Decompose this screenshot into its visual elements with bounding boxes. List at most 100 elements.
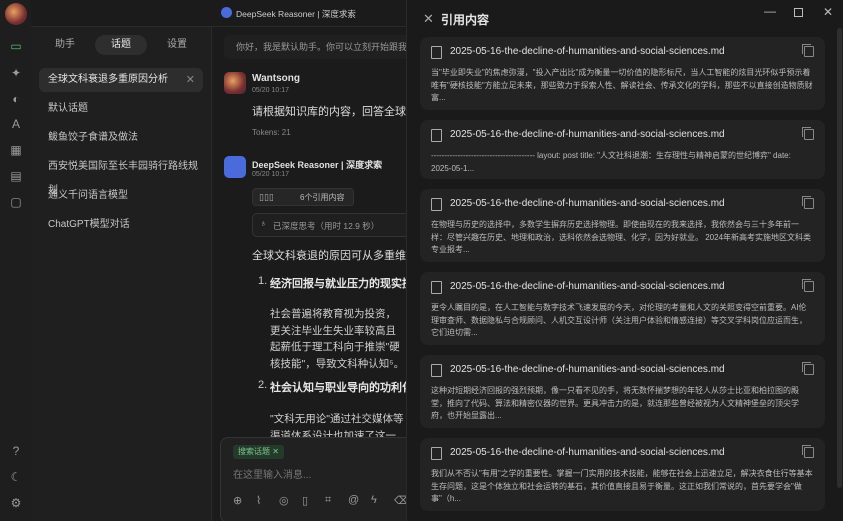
citation-filename: 2025-05-16-the-decline-of-humanities-and… <box>450 198 725 209</box>
user-name: Wantsong <box>252 73 300 84</box>
citations-button[interactable]: ▯▯▯ 6个引用内容 <box>252 188 354 206</box>
point-2-title: 社会认知与职业导向的功利化倾向 <box>270 382 406 394</box>
palette-icon[interactable]: ◐ <box>9 92 23 106</box>
thinking-label: 已深度思考（用时 12.9 秒） <box>273 221 380 231</box>
point-2-number: 2. <box>258 379 268 391</box>
user-message: 请根据知识库的内容，回答全球文科衰退 <box>252 106 406 118</box>
bot-name: DeepSeek Reasoner | 深度求索 <box>252 160 383 170</box>
search-chip[interactable]: 搜索话题 ✕ <box>233 445 284 459</box>
folder-icon[interactable]: ▢ <box>9 195 23 209</box>
citation-filename: 2025-05-16-the-decline-of-humanities-and… <box>450 281 725 292</box>
model-logo-icon <box>221 7 232 18</box>
citation-card: 2025-05-16-the-decline-of-humanities-and… <box>420 272 825 345</box>
copy-icon[interactable] <box>802 445 814 458</box>
user-avatar[interactable] <box>5 3 27 25</box>
file-icon <box>431 281 442 294</box>
input-toolbar: ⊕ ⌇ ◎ ▯ ⌗ @ ϟ ⌫ <box>233 494 406 508</box>
tab-settings[interactable]: 设置 <box>149 35 205 55</box>
token-count: Tokens: 21 <box>252 128 291 137</box>
tab-topics[interactable]: 话题 <box>95 35 147 55</box>
citation-filename: 2025-05-16-the-decline-of-humanities-and… <box>450 447 725 458</box>
topic-item[interactable]: 西安悦美国际至长丰园骑行路线规划 <box>39 155 203 196</box>
citation-text: --------------------------------------- … <box>431 151 791 173</box>
gear-icon[interactable]: ⚙ <box>9 496 23 510</box>
moon-icon[interactable]: ☾ <box>9 470 23 484</box>
answer-intro: 全球文科衰退的原因可从多重维度 <box>252 250 406 262</box>
mention-icon[interactable]: @ <box>348 494 359 506</box>
close-icon[interactable]: ✕ <box>186 68 195 92</box>
citation-card: 2025-05-16-the-decline-of-humanities-and… <box>420 120 825 179</box>
citation-card: 2025-05-16-the-decline-of-humanities-and… <box>420 355 825 428</box>
sparkle-icon[interactable]: ✦ <box>9 66 23 80</box>
system-prompt: 你好，我是默认助手。你可以立刻开始跟我聊天。 <box>224 35 406 59</box>
citation-card: 2025-05-16-the-decline-of-humanities-and… <box>420 37 825 110</box>
bot-date: 05/20 10:17 <box>252 171 289 178</box>
lightning-icon[interactable]: ϟ <box>371 494 377 506</box>
thinking-panel[interactable]: ♁ 已深度思考（用时 12.9 秒） <box>252 213 406 237</box>
citation-text: 当"毕业即失业"的焦虑弥漫，"投入产出比"成为衡量一切价值的隐形标尺，当人工智能… <box>431 68 813 102</box>
copy-icon[interactable] <box>802 279 814 292</box>
citation-card: 2025-05-16-the-decline-of-humanities-and… <box>420 189 825 262</box>
scrollbar[interactable] <box>837 28 842 488</box>
code-icon[interactable]: ⌗ <box>325 494 331 507</box>
citation-text: 我们从不否认"有用"之学的重要性。掌握一门实用的技术技能，能够在社会上迅速立足，… <box>431 469 813 503</box>
tab-assistant[interactable]: 助手 <box>37 35 93 55</box>
copy-icon[interactable] <box>802 127 814 140</box>
citation-text: 在物理与历史的选择中，多数学生摒弃历史选择物理。即使由现在的我来选择，我依然会与… <box>431 220 812 254</box>
chat-icon[interactable]: ▭ <box>9 39 23 53</box>
file-icon <box>431 198 442 211</box>
attachment-icon[interactable]: ⌇ <box>256 494 261 507</box>
input-box: 搜索话题 ✕ ⊕ ⌇ ◎ ▯ ⌗ @ ϟ ⌫ <box>220 437 406 521</box>
close-icon[interactable]: ✕ <box>272 447 279 456</box>
file-icon <box>431 46 442 59</box>
file-icon <box>431 447 442 460</box>
icon-rail: ▭ ✦ ◐ A ▦ ▤ ▢ ? ☾ ⚙ <box>0 0 32 521</box>
topic-item-active[interactable]: 全球文科衰退多重原因分析 ✕ <box>39 68 203 92</box>
minimize-icon[interactable]: — <box>764 4 776 18</box>
copy-icon[interactable] <box>802 196 814 209</box>
point-1-body: 社会普遍将教育视为投资，更关注毕业生失业率较高且起薪低于理工科向于推崇"硬核技能… <box>270 308 405 370</box>
window-title[interactable]: DeepSeek Reasoner | 深度求索 <box>236 8 356 20</box>
clear-icon[interactable]: ⌫ <box>394 494 406 507</box>
topic-item[interactable]: ChatGPT模型对话 <box>39 213 203 237</box>
sidebar-tabs: 助手 话题 设置 <box>37 35 205 55</box>
bot-avatar <box>224 156 246 178</box>
citation-filename: 2025-05-16-the-decline-of-humanities-and… <box>450 46 725 57</box>
lightbulb-icon: ♁ <box>260 218 267 228</box>
maximize-icon[interactable] <box>794 8 803 17</box>
point-1-title: 经济回报与就业压力的现实挤压 <box>270 278 406 290</box>
globe-icon[interactable]: ◎ <box>279 494 289 507</box>
message-input[interactable] <box>231 466 406 484</box>
chat-area: 你好，我是默认助手。你可以立刻开始跟我聊天。 Wantsong 05/20 10… <box>212 27 406 521</box>
user-date: 05/20 10:17 <box>252 87 289 94</box>
apps-icon[interactable]: ▦ <box>9 143 23 157</box>
citation-text: 这种对短期经济回报的强烈预期，像一只看不见的手，将无数怀揣梦想的年轻人从莎士比亚… <box>431 386 799 420</box>
close-panel-icon[interactable]: ✕ <box>423 11 434 27</box>
citations-panel: ✕ 引用内容 — ✕ 2025-05-16-the-decline-of-hum… <box>406 0 843 521</box>
citation-text: 更令人瞩目的是，在人工智能与数字技术飞速发展的今天，对伦理的考量和人文的关照变得… <box>431 303 807 337</box>
citation-card: 2025-05-16-the-decline-of-humanities-and… <box>420 438 825 511</box>
topic-item[interactable]: 默认话题 <box>39 97 203 121</box>
new-topic-icon[interactable]: ⊕ <box>233 494 242 507</box>
knowledge-icon[interactable]: ▯ <box>302 494 308 507</box>
file-icon <box>431 129 442 142</box>
citation-filename: 2025-05-16-the-decline-of-humanities-and… <box>450 364 725 375</box>
translate-icon[interactable]: A <box>9 117 23 131</box>
close-window-icon[interactable]: ✕ <box>823 5 833 19</box>
topic-item[interactable]: 通义千问语言模型 <box>39 184 203 208</box>
topic-item[interactable]: 鲅鱼饺子食谱及做法 <box>39 126 203 150</box>
copy-icon[interactable] <box>802 362 814 375</box>
panel-title: 引用内容 <box>441 13 490 27</box>
citation-filename: 2025-05-16-the-decline-of-humanities-and… <box>450 129 725 140</box>
files-icon[interactable]: ▤ <box>9 169 23 183</box>
user-avatar <box>224 72 246 94</box>
citations-count: 6个引用内容 <box>300 193 345 202</box>
copy-icon[interactable] <box>802 44 814 57</box>
topic-label: 全球文科衰退多重原因分析 <box>48 74 168 85</box>
file-icon <box>431 364 442 377</box>
help-icon[interactable]: ? <box>9 444 23 458</box>
chat-header: DeepSeek Reasoner | 深度求索 <box>31 0 406 27</box>
doc-icon: ▯▯▯ <box>259 192 274 202</box>
search-chip-label: 搜索话题 <box>238 447 270 456</box>
topics-sidebar: 助手 话题 设置 全球文科衰退多重原因分析 ✕ 默认话题 鲅鱼饺子食谱及做法 西… <box>31 0 212 521</box>
